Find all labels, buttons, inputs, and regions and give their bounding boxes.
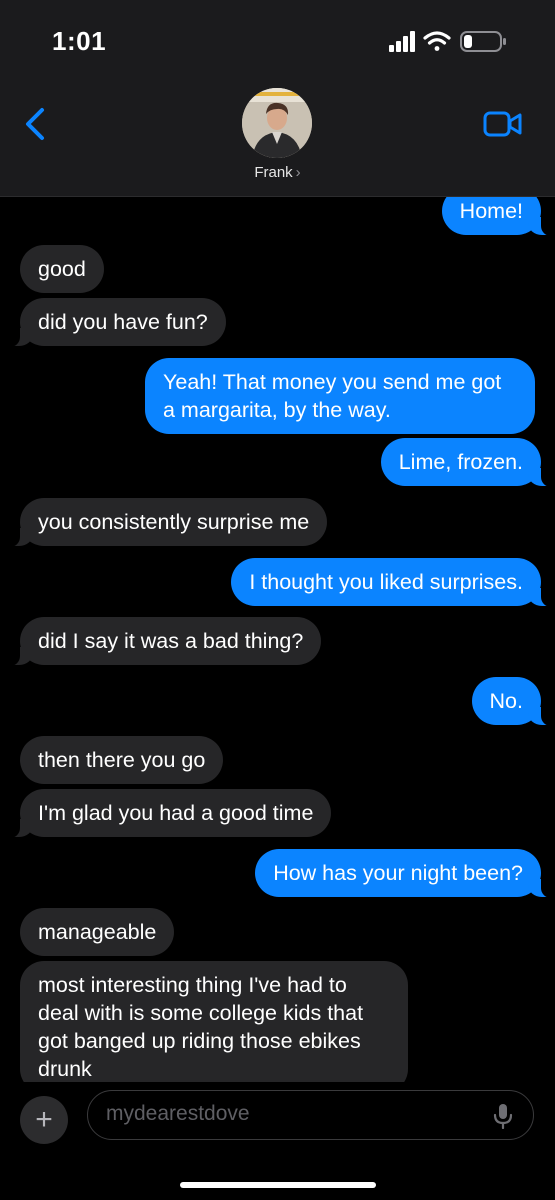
message-bubble-received[interactable]: did you have fun? [8, 298, 226, 347]
compose-bar: + mydearestdove [0, 1082, 555, 1200]
cellular-signal-icon [389, 31, 415, 52]
message-bubble-sent[interactable]: Lime, frozen. [380, 438, 554, 487]
conversation-header: 1:01 Frank › [0, 0, 555, 197]
back-button[interactable] [20, 104, 50, 144]
message-input-placeholder: mydearestdove [106, 1102, 250, 1125]
message-bubble-received[interactable]: good [20, 245, 104, 293]
message-bubble-received[interactable]: I'm glad you had a good time [7, 789, 332, 838]
battery-icon [460, 31, 506, 52]
message-input[interactable]: mydearestdove [87, 1090, 534, 1140]
message-bubble-received[interactable]: then there you go [20, 736, 224, 784]
plus-icon: + [35, 1103, 53, 1136]
home-indicator [180, 1182, 376, 1188]
message-bubble-received[interactable]: most interesting thing I've had to deal … [20, 961, 408, 1082]
message-bubble-sent[interactable]: How has your night been? [255, 849, 553, 898]
status-time: 1:01 [52, 26, 107, 56]
contact-avatar[interactable] [242, 88, 312, 158]
contact-name[interactable]: Frank › [0, 164, 555, 181]
video-camera-icon [483, 111, 522, 137]
contact-name-label: Frank [254, 164, 293, 181]
wifi-icon [423, 31, 451, 51]
message-bubble-received[interactable]: did I say it was a bad thing? [7, 617, 322, 666]
message-thread[interactable]: Home! good did you have fun? Yeah! That … [0, 197, 555, 1082]
microphone-icon[interactable] [491, 1103, 515, 1129]
message-bubble-sent[interactable]: Yeah! That money you send me got a marga… [145, 358, 535, 434]
message-bubble-received[interactable]: you consistently surprise me [7, 498, 328, 547]
message-bubble-sent[interactable]: Home! [441, 197, 554, 236]
message-bubble-sent[interactable]: I thought you liked surprises. [231, 558, 553, 607]
apps-plus-button[interactable]: + [20, 1096, 68, 1144]
message-bubble-received[interactable]: manageable [20, 908, 175, 956]
chevron-left-icon [26, 108, 44, 140]
chevron-right-icon: › [295, 164, 301, 181]
facetime-video-button[interactable] [481, 104, 525, 144]
message-bubble-sent[interactable]: No. [471, 677, 554, 726]
status-icons [389, 28, 511, 56]
